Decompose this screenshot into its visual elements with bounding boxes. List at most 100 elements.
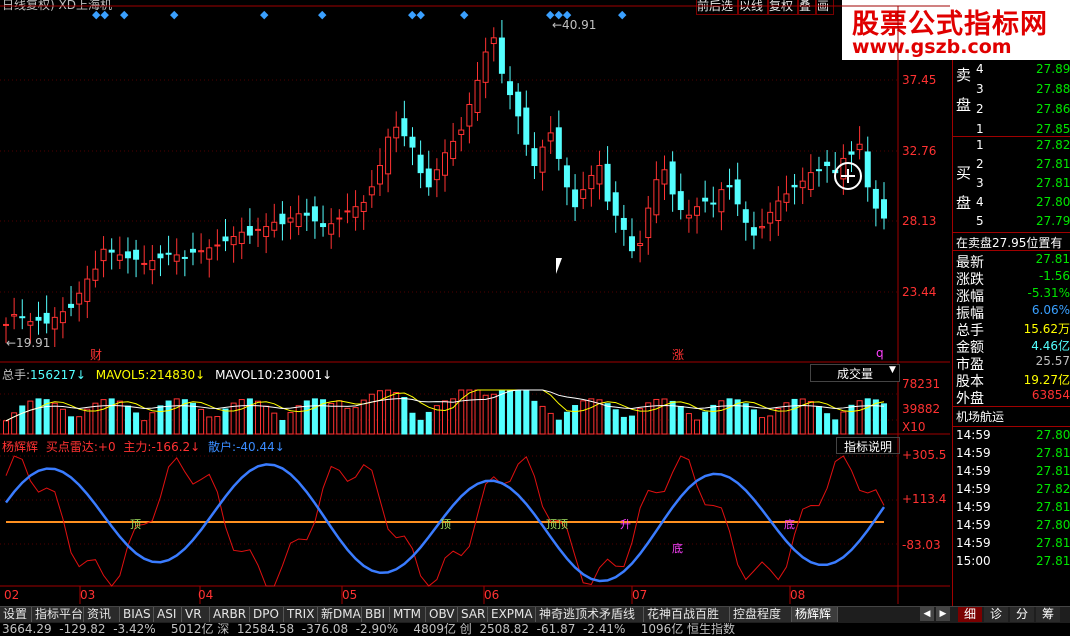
sell-level-2: 2 27.86 [976,102,1070,116]
vol-scale-1: 78231 [902,377,941,391]
signal-label: 顶顶 [546,518,568,531]
tab-scroll-left-icon[interactable]: ◀ [920,607,934,621]
volume-bar [864,398,871,435]
volume-bar [222,408,229,435]
ticks-title: 机场航运 [956,410,1005,424]
candle-body [43,312,50,324]
side-tab-2[interactable]: 分 [1010,607,1034,622]
candle-body [815,169,822,172]
tab-12[interactable]: OBV [426,607,458,622]
candle-body [222,236,229,242]
tab-8[interactable]: TRIX [284,607,318,622]
candle-body [442,152,448,176]
tab-4[interactable]: ASI [154,607,182,622]
tab-scroll-right-icon[interactable]: ▶ [936,607,950,621]
tab-9[interactable]: 新DMA [318,607,362,622]
candle-body [376,165,383,185]
indicator-help-button[interactable]: 指标说明 [836,437,900,454]
volume-bar [604,403,611,435]
volume-bar [677,406,684,435]
candle-body [539,146,546,173]
candle-body [263,226,270,238]
candle-body [425,168,432,188]
tab-5[interactable]: VR [182,607,210,622]
volume-bar [279,420,286,435]
ind-scale-3: -83.03 [902,538,941,552]
signal-label: 底 [672,542,683,555]
volume-bar [401,397,408,435]
candle-body [466,104,473,127]
volume-bar [368,393,375,435]
tab-1[interactable]: 指标平台 [32,607,84,622]
volume-bar [612,409,619,435]
volume-bar [734,399,741,435]
volume-bar [352,407,359,435]
tab-16[interactable]: 花神百战百胜 [644,607,730,622]
volume-bar [76,416,83,435]
tab-15[interactable]: 神奇逃顶术矛盾线 [536,607,644,622]
tab-7[interactable]: DPO [250,607,284,622]
volume-bar [295,405,302,435]
tab-6[interactable]: ARBR [210,607,250,622]
side-tab-1[interactable]: 诊 [984,607,1008,622]
volume-bar [108,398,115,435]
candle-body [271,221,278,231]
quote-row: 金额 4.46亿 [956,339,1070,356]
candle-body [775,200,782,222]
volume-bar [238,399,245,435]
volume-bar [133,412,140,435]
tab-3[interactable]: BIAS [120,607,154,622]
candle-body [637,243,644,247]
tab-2[interactable]: 资讯 [84,607,120,622]
indicator-header: 杨辉辉 买点雷达:+0 主力:-166.2↓ 散户:-40.44↓ [2,440,285,454]
volume-bar [68,416,75,435]
candle-body [141,262,148,265]
tab-11[interactable]: MTM [390,607,426,622]
candlestick-chart[interactable] [0,0,950,604]
tab-13[interactable]: SAR [458,607,488,622]
quote-row: 涨跌 -1.56 [956,269,1070,288]
candle-body [783,193,790,203]
volume-bar [425,411,432,435]
candle-body [604,163,611,202]
volume-bar [702,411,709,435]
tick-row: 14:59 27.81 [956,464,1070,478]
volume-bar [458,389,465,435]
candle-body [661,169,668,185]
candle-body [498,37,505,74]
candle-body [547,132,554,142]
volume-bar [523,389,530,435]
tab-18[interactable]: 杨辉辉 [792,607,838,622]
candle-body [11,314,18,317]
tab-0[interactable]: 设置 [0,607,32,622]
candle-body [92,268,99,281]
volume-bar [490,393,497,435]
volume-bar [59,408,66,435]
volume-bar [563,411,570,435]
candle-body [133,249,140,260]
candle-body [685,214,692,219]
volume-bar [515,389,522,435]
volume-bar [881,403,887,435]
volume-bar [815,406,822,435]
candle-body [214,244,221,247]
volume-bar [685,413,692,435]
side-tab-3[interactable]: 筹 [1036,607,1060,622]
tab-10[interactable]: BBI [362,607,390,622]
candle-body [157,253,164,259]
volume-bar [539,405,546,435]
side-tab-0[interactable]: 细 [958,607,982,622]
volume-bar [214,416,221,435]
tab-14[interactable]: EXPMA [488,607,536,622]
volume-bar [442,400,448,435]
volume-dropdown[interactable]: 成交量 ▼ [810,364,900,382]
volume-bar [157,405,164,435]
tick-row: 15:00 27.81 [956,554,1070,568]
tab-17[interactable]: 控盘程度 [730,607,792,622]
volume-bar [287,412,294,435]
status-text: 3664.29 -129.82 -3.42% 5012亿 深 12584.58 … [2,623,736,636]
candle-body [116,254,123,261]
volume-bar [360,399,367,435]
tick-row: 14:59 27.80 [956,518,1070,532]
candle-body [401,118,408,137]
